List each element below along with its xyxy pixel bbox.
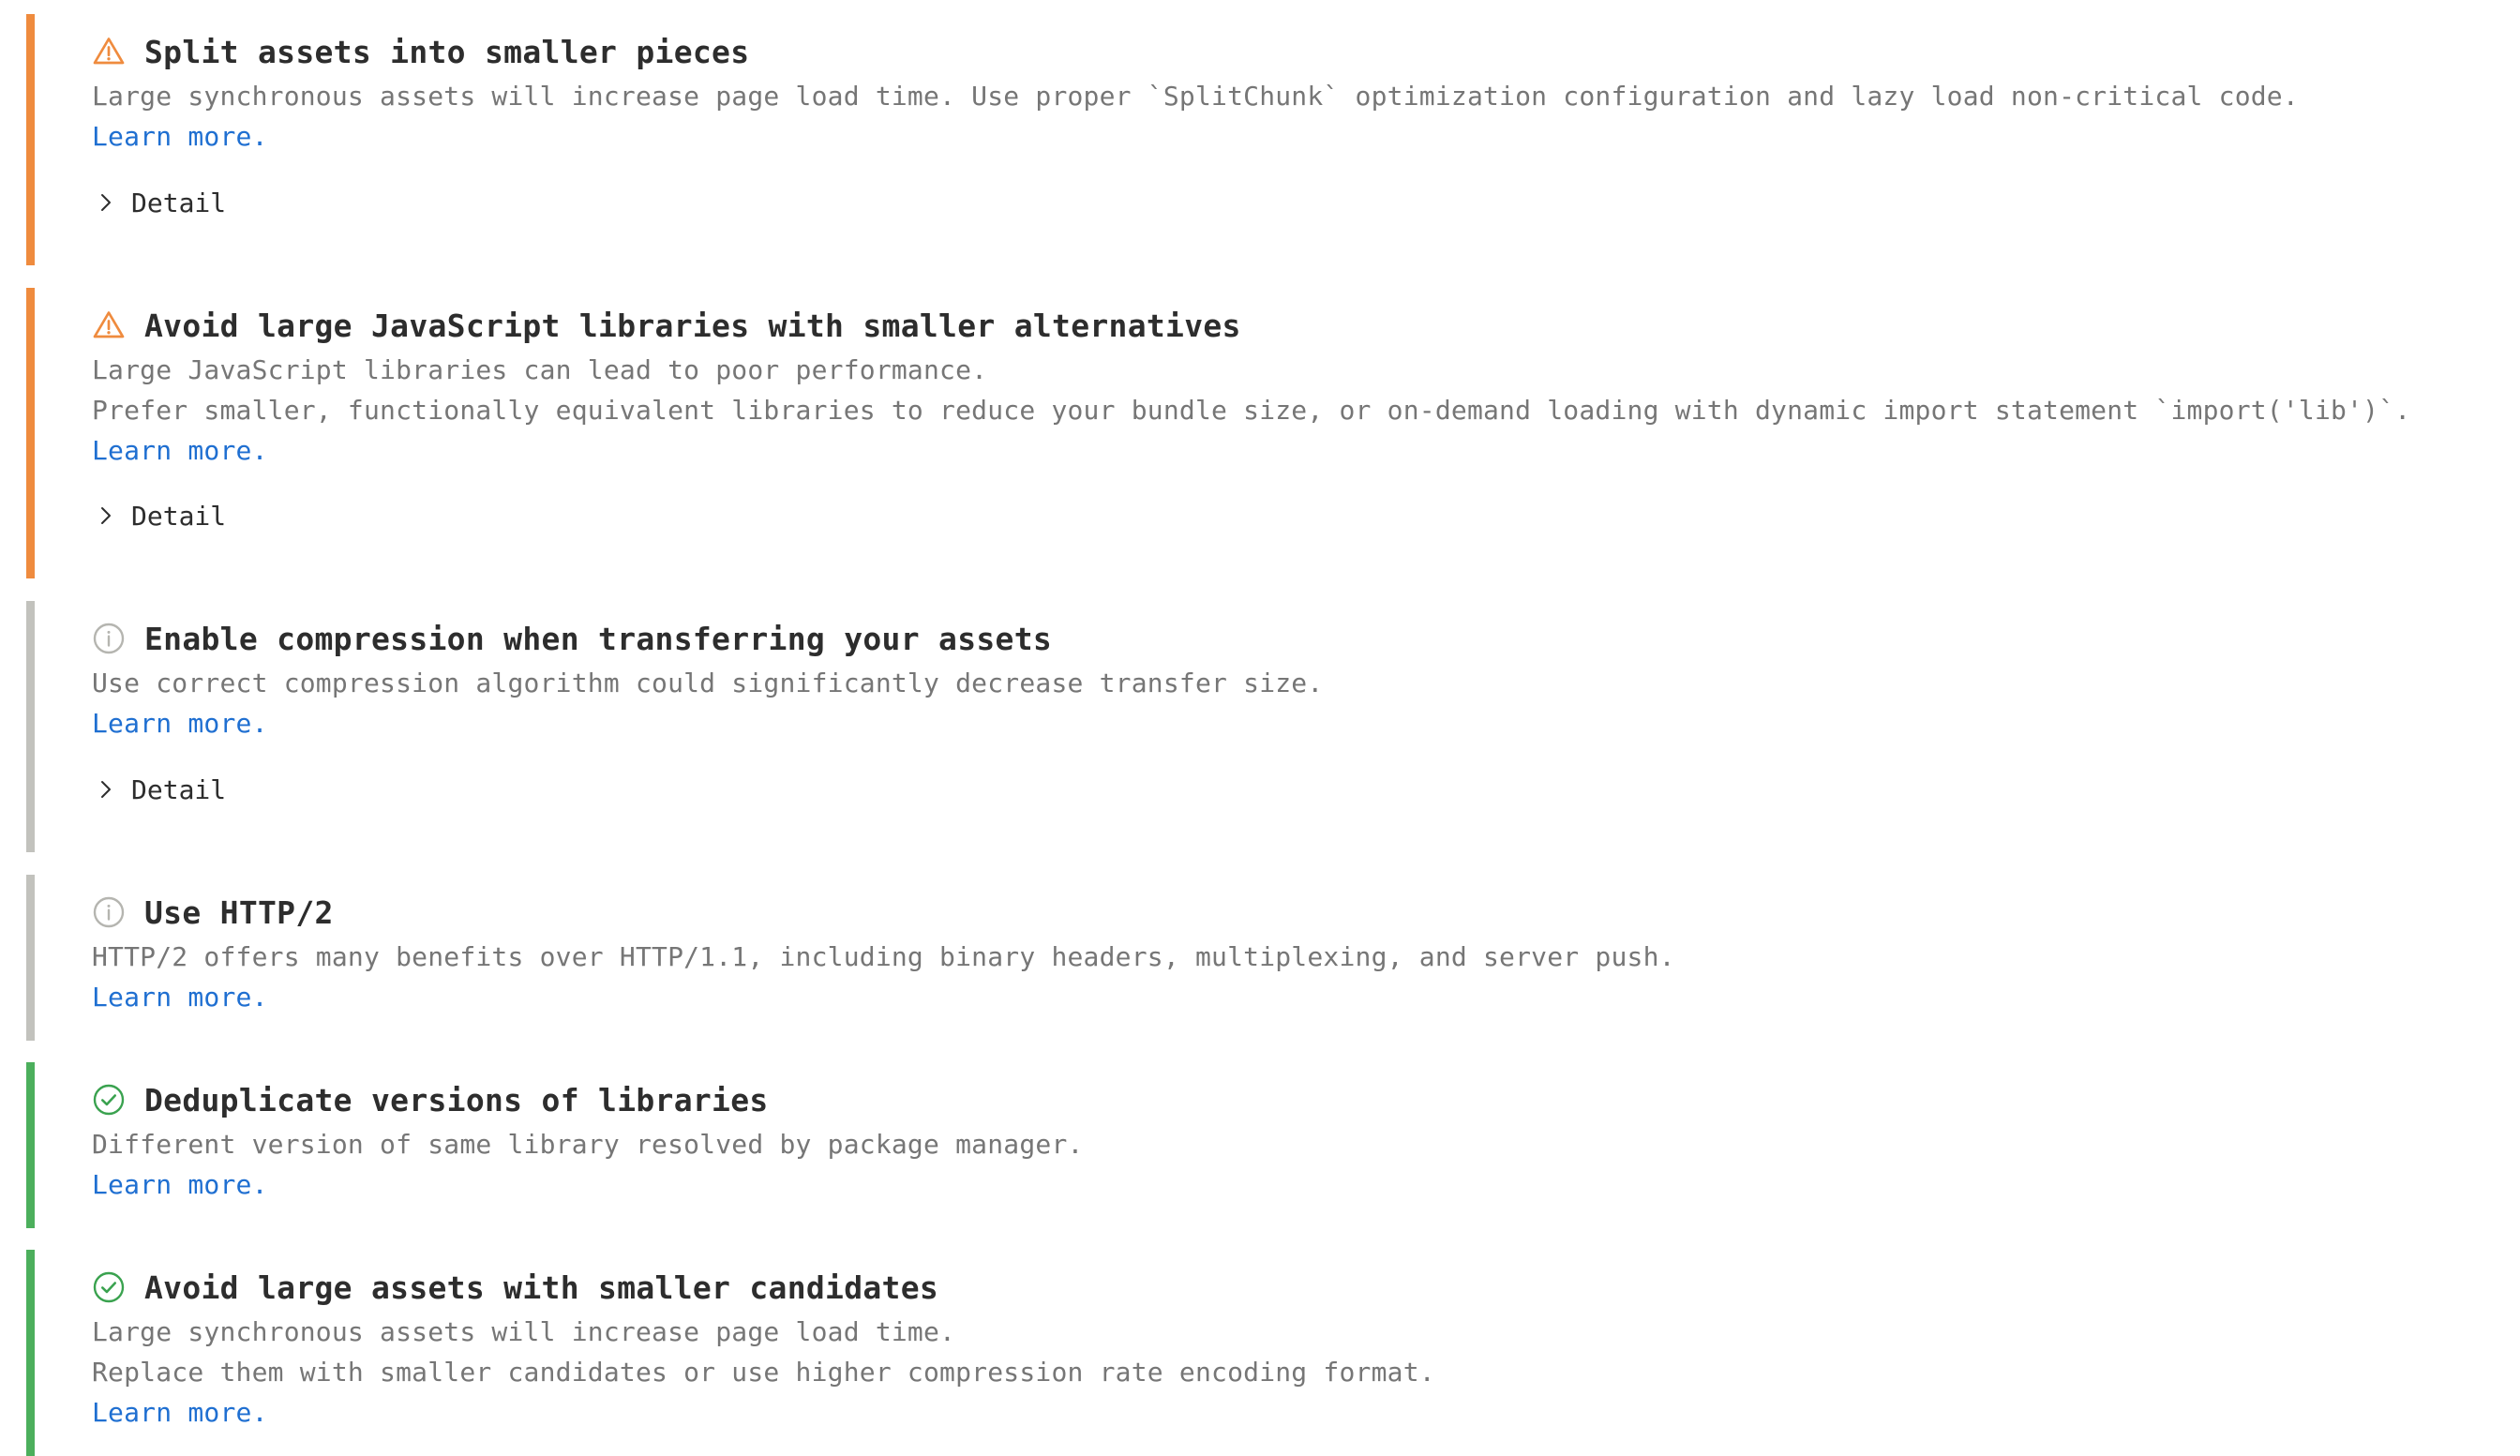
suggestion-header: Use HTTP/2: [92, 892, 334, 933]
suggestions-list: Split assets into smaller pieces Large s…: [0, 0, 2520, 1456]
learn-more-link[interactable]: Learn more.: [92, 116, 2299, 157]
suggestion-header: Split assets into smaller pieces: [92, 31, 749, 72]
suggestion-title: Enable compression when transferring you…: [144, 620, 1053, 657]
suggestion-item: Avoid large assets with smaller candidat…: [26, 1250, 2464, 1456]
detail-label: Detail: [131, 500, 227, 532]
check-circle-icon: [92, 1270, 126, 1304]
suggestion-description: Use correct compression algorithm could …: [92, 663, 1323, 743]
suggestion-item: Deduplicate versions of libraries Differ…: [26, 1062, 2464, 1228]
learn-more-link[interactable]: Learn more.: [92, 703, 1323, 743]
chevron-right-icon: [92, 502, 120, 530]
description-line: Large synchronous assets will increase p…: [92, 81, 2299, 112]
suggestion-item: Use HTTP/2 HTTP/2 offers many benefits o…: [26, 875, 2464, 1041]
suggestion-item: Enable compression when transferring you…: [26, 601, 2464, 852]
description-line: Large JavaScript libraries can lead to p…: [92, 354, 988, 385]
suggestion-title: Split assets into smaller pieces: [144, 33, 750, 70]
description-line: Prefer smaller, functionally equivalent …: [92, 395, 2411, 426]
chevron-right-icon: [92, 775, 120, 803]
description-line: Different version of same library resolv…: [92, 1129, 1084, 1160]
suggestion-description: Different version of same library resolv…: [92, 1124, 1084, 1205]
description-line: Replace them with smaller candidates or …: [92, 1357, 1435, 1388]
warning-icon: [92, 308, 126, 342]
info-icon: [92, 622, 126, 655]
learn-more-link[interactable]: Learn more.: [92, 977, 1675, 1017]
description-line: Large synchronous assets will increase p…: [92, 1316, 956, 1347]
suggestion-item: Avoid large JavaScript libraries with sm…: [26, 288, 2464, 578]
detail-label: Detail: [131, 773, 227, 805]
suggestion-item: Split assets into smaller pieces Large s…: [26, 14, 2464, 265]
suggestion-title: Avoid large assets with smaller candidat…: [144, 1268, 939, 1306]
suggestion-description: Large synchronous assets will increase p…: [92, 1312, 1435, 1433]
suggestion-title: Avoid large JavaScript libraries with sm…: [144, 307, 1241, 344]
description-line: HTTP/2 offers many benefits over HTTP/1.…: [92, 941, 1675, 972]
detail-toggle[interactable]: Detail: [92, 495, 226, 536]
check-circle-icon: [92, 1083, 126, 1117]
suggestion-header: Avoid large assets with smaller candidat…: [92, 1267, 938, 1308]
suggestion-header: Deduplicate versions of libraries: [92, 1079, 769, 1120]
learn-more-link[interactable]: Learn more.: [92, 430, 2410, 471]
learn-more-link[interactable]: Learn more.: [92, 1392, 1435, 1433]
chevron-right-icon: [92, 188, 120, 217]
suggestion-description: Large JavaScript libraries can lead to p…: [92, 350, 2410, 471]
description-line: Use correct compression algorithm could …: [92, 668, 1324, 698]
detail-toggle[interactable]: Detail: [92, 769, 226, 810]
suggestion-title: Deduplicate versions of libraries: [144, 1081, 769, 1118]
suggestion-header: Avoid large JavaScript libraries with sm…: [92, 305, 1241, 346]
detail-toggle[interactable]: Detail: [92, 182, 226, 223]
learn-more-link[interactable]: Learn more.: [92, 1164, 1084, 1205]
suggestion-description: HTTP/2 offers many benefits over HTTP/1.…: [92, 937, 1675, 1017]
detail-label: Detail: [131, 187, 227, 218]
suggestion-header: Enable compression when transferring you…: [92, 618, 1052, 659]
suggestion-description: Large synchronous assets will increase p…: [92, 76, 2299, 157]
info-icon: [92, 895, 126, 929]
warning-icon: [92, 35, 126, 68]
suggestion-title: Use HTTP/2: [144, 893, 334, 931]
